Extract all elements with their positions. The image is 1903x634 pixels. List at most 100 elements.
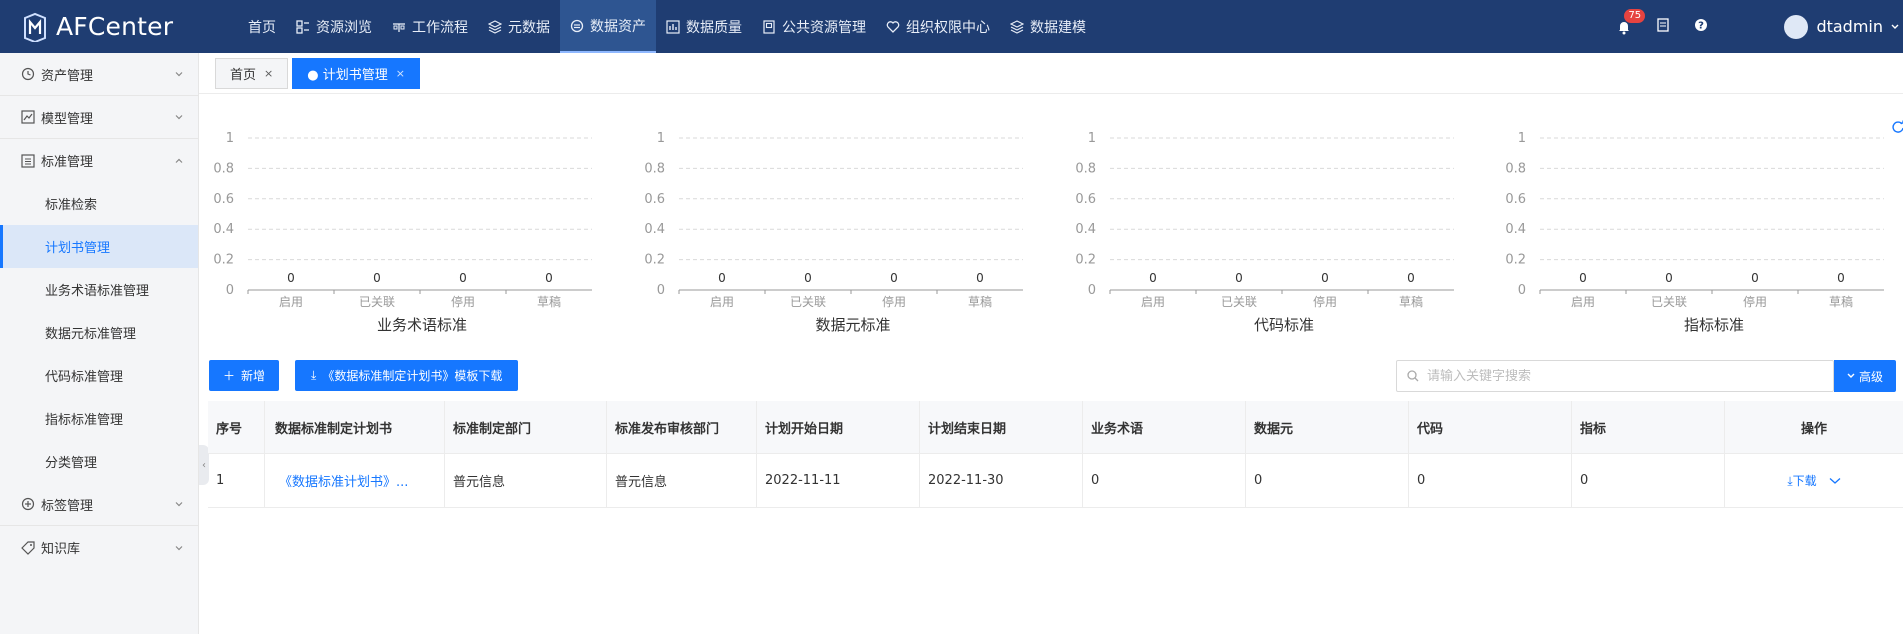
tab-home[interactable]: 首页 × [215, 58, 289, 89]
y-tick-label: 1 [1088, 131, 1096, 146]
chevron-left-icon: ‹ [202, 459, 206, 471]
sidebar-group-label: 模型管理 [41, 111, 94, 127]
sidebar-group-standard-management[interactable]: 标准管理 [0, 139, 198, 182]
advanced-search-button[interactable]: 高级 [1834, 360, 1896, 392]
y-tick-label: 0.4 [1505, 222, 1526, 237]
nav-item-metadata[interactable]: 元数据 [478, 0, 560, 53]
download-link[interactable]: ⤓下载 [1787, 472, 1816, 489]
document-icon [1657, 17, 1670, 32]
tab-label: ● 计划书管理 [307, 68, 388, 83]
notification-button[interactable]: 75 [1616, 8, 1646, 35]
sidebar-group-asset-management[interactable]: 资产管理 [0, 53, 198, 96]
x-tick-label: 停用 [1743, 294, 1767, 309]
data-label: 0 [373, 271, 381, 285]
nav-item-public-resource[interactable]: 公共资源管理 [752, 0, 876, 53]
y-tick-label: 0.4 [1075, 222, 1096, 237]
list-icon [21, 153, 35, 168]
nav-item-data-quality[interactable]: 数据质量 [656, 0, 752, 53]
nav-label: 元数据 [508, 19, 550, 36]
help-button[interactable]: ? [1694, 18, 1708, 36]
chevron-down-icon [1891, 24, 1899, 29]
y-tick-label: 0.4 [213, 222, 234, 237]
document-button[interactable] [1656, 17, 1670, 36]
y-tick-label: 0 [1088, 283, 1096, 298]
cell-dept: 普元信息 [445, 454, 607, 507]
nav-item-resource-browse[interactable]: 资源浏览 [286, 0, 382, 53]
cell-indicator: 0 [1572, 454, 1725, 507]
search-icon [1407, 370, 1419, 382]
download-template-button[interactable]: ⤓ 《数据标准制定计划书》模板下载 [295, 360, 519, 391]
nav-item-home[interactable]: 首页 [238, 0, 286, 53]
row-actions: ⤓下载 [1787, 472, 1841, 489]
nav-item-org-permission[interactable]: 组织权限中心 [876, 0, 1000, 53]
y-tick-label: 0 [1518, 283, 1526, 298]
add-button-label: 新增 [241, 369, 266, 383]
x-tick-label: 启用 [710, 295, 734, 309]
download-template-label: 《数据标准制定计划书》模板下载 [322, 369, 503, 383]
app-logo[interactable]: AFCenter [0, 0, 200, 53]
sidebar-item-data-element-standard[interactable]: 数据元标准管理 [0, 311, 198, 354]
y-tick-label: 0.2 [1505, 253, 1526, 268]
layers-icon [1010, 19, 1024, 34]
chart-svg: 0 0.2 0.4 0.6 0.8 1 0 启用 0 已关联 0 停用 0 草稿数据元标准 [644, 131, 1023, 334]
sidebar-item-indicator-standard[interactable]: 指标标准管理 [0, 397, 198, 440]
nav-item-data-assets[interactable]: 数据资产 [560, 0, 656, 53]
sidebar-group-tag-management[interactable]: 标签管理 [0, 483, 198, 526]
sidebar-item-plan-management[interactable]: 计划书管理 [0, 225, 198, 268]
sidebar-group-model-management[interactable]: 模型管理 [0, 96, 198, 139]
column-header: 数据标准制定计划书 [265, 401, 445, 453]
chevron-up-icon [175, 158, 183, 163]
page-tabs: 首页 × ● 计划书管理 × [209, 53, 420, 94]
y-tick-label: 0.2 [1075, 253, 1096, 268]
search-input[interactable] [1427, 368, 1827, 384]
y-tick-label: 0.6 [1505, 192, 1526, 207]
plus-circle-icon [21, 497, 35, 511]
sidebar-item-business-term-standard[interactable]: 业务术语标准管理 [0, 268, 198, 311]
cell-plan-link[interactable]: 《数据标准计划书》... [265, 454, 445, 507]
sidebar-item-code-standard[interactable]: 代码标准管理 [0, 354, 198, 397]
plan-table: 序号 数据标准制定计划书 标准制定部门 标准发布审核部门 计划开始日期 计划结束… [208, 401, 1903, 508]
tab-label: 首页 [230, 68, 257, 83]
sidebar-item-standard-search[interactable]: 标准检索 [0, 182, 198, 225]
close-icon[interactable]: × [396, 67, 405, 80]
svg-text:?: ? [1699, 20, 1705, 31]
tab-plan-management[interactable]: ● 计划书管理 × [292, 58, 420, 89]
asset-icon [570, 19, 584, 32]
chart-title: 数据元标准 [815, 316, 890, 334]
chevron-down-icon [175, 502, 183, 507]
avatar [1784, 14, 1809, 39]
close-icon[interactable]: × [264, 67, 273, 80]
column-header: 业务术语 [1083, 401, 1246, 453]
data-label: 0 [1665, 271, 1673, 285]
y-tick-label: 0.8 [1505, 161, 1526, 176]
user-menu[interactable]: dtadmin [1784, 14, 1899, 39]
data-label: 0 [976, 271, 984, 285]
chevron-down-icon[interactable] [1829, 477, 1841, 485]
nav-item-workflow[interactable]: 工作流程 [382, 0, 478, 53]
x-tick-label: 启用 [1141, 295, 1165, 309]
username: dtadmin [1816, 17, 1883, 36]
chart-data-element: 0 0.2 0.4 0.6 0.8 1 0 启用 0 已关联 0 停用 0 草稿 数据元标准 [631, 118, 1041, 343]
table-header: 序号 数据标准制定计划书 标准制定部门 标准发布审核部门 计划开始日期 计划结束… [208, 401, 1903, 454]
nav-item-data-modeling[interactable]: 数据建模 [1000, 0, 1096, 53]
app-title: AFCenter [56, 12, 174, 41]
y-tick-label: 0.8 [213, 161, 234, 176]
cell-operations: ⤓下载 [1725, 454, 1903, 507]
logo-icon [24, 12, 46, 42]
data-label: 0 [287, 271, 295, 285]
column-header: 序号 [208, 401, 265, 453]
x-tick-label: 草稿 [968, 294, 992, 309]
search-box[interactable] [1396, 360, 1834, 392]
sidebar-item-category-management[interactable]: 分类管理 [0, 440, 198, 483]
sidebar-group-label: 标签管理 [41, 498, 94, 514]
notification-badge: 75 [1624, 8, 1646, 23]
sidebar-group-knowledge-base[interactable]: 知识库 [0, 526, 198, 569]
chart-svg: 0 0.2 0.4 0.6 0.8 1 0 启用 0 已关联 0 停用 0 草稿业务术语标准 [213, 131, 592, 334]
add-button[interactable]: ＋ 新增 [209, 360, 280, 391]
data-label: 0 [804, 271, 812, 285]
chart-svg: 0 0.2 0.4 0.6 0.8 1 0 启用 0 已关联 0 停用 0 草稿代码标准 [1075, 131, 1454, 334]
chart-code: 0 0.2 0.4 0.6 0.8 1 0 启用 0 已关联 0 停用 0 草稿 代码标准 [1062, 118, 1472, 343]
y-tick-label: 0.2 [213, 253, 234, 268]
x-tick-label: 已关联 [790, 295, 826, 309]
chevron-down-icon [1847, 373, 1855, 378]
